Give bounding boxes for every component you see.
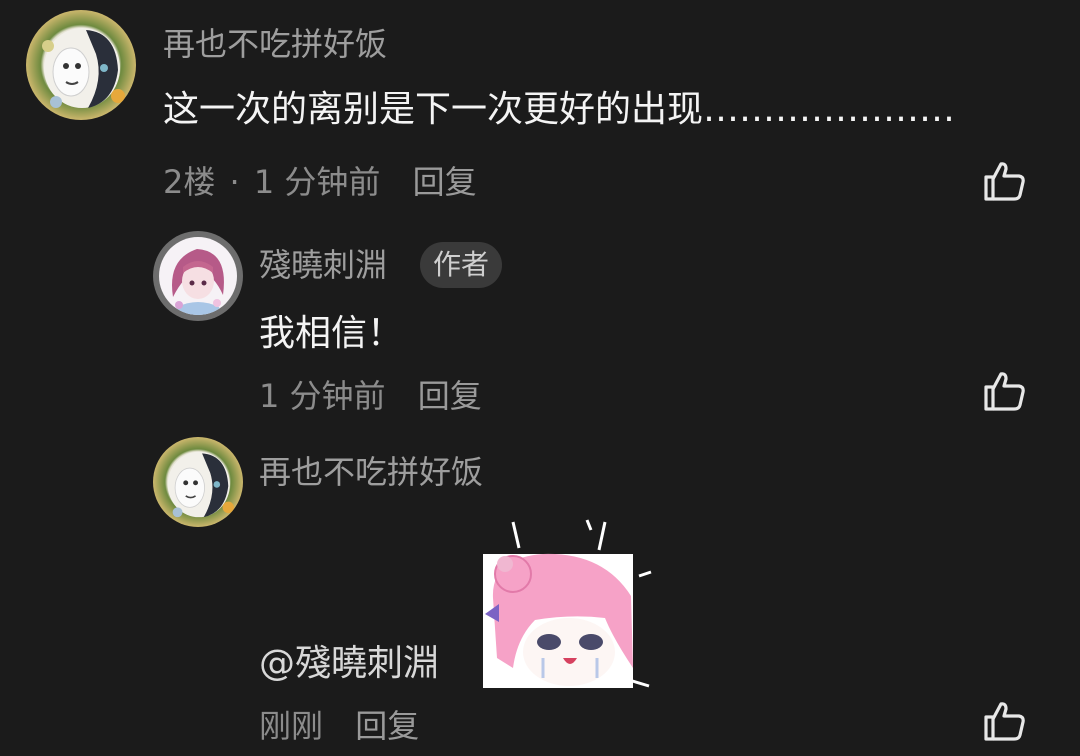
like-button[interactable]: [980, 697, 1028, 745]
avatar[interactable]: [153, 231, 243, 321]
thumbs-up-icon: [984, 702, 1025, 741]
like-button[interactable]: [980, 157, 1028, 205]
avatar[interactable]: [26, 10, 136, 120]
like-button[interactable]: [980, 367, 1028, 415]
reply-content: 我相信！: [259, 313, 404, 354]
reply-time: 1 分钟前: [259, 377, 386, 415]
reply-time: 刚刚: [259, 707, 324, 745]
meta-separator: ·: [229, 163, 240, 201]
avatar-illustration: [167, 451, 234, 518]
thumbs-up-icon: [984, 372, 1025, 411]
sticker-illustration: [483, 519, 652, 688]
reply-button[interactable]: 回复: [355, 707, 419, 745]
thumbs-up-icon: [984, 162, 1025, 201]
avatar-illustration: [42, 28, 125, 108]
avatar-illustration: [172, 249, 224, 315]
comment-username[interactable]: 再也不吃拼好饭: [163, 24, 387, 64]
reply-meta: 刚刚 回复: [259, 706, 419, 746]
comment-meta: 2楼 · 1 分钟前 回复: [163, 162, 477, 202]
avatar[interactable]: [153, 437, 243, 527]
reply-username[interactable]: 殘曉刺淵: [259, 245, 387, 285]
reply-button[interactable]: 回复: [413, 163, 477, 201]
floor-number: 2楼: [163, 163, 216, 201]
comment-time: 1 分钟前: [253, 163, 381, 201]
comment-content: 这一次的离别是下一次更好的出现…………………: [163, 89, 956, 130]
reply-button[interactable]: 回复: [418, 377, 482, 415]
author-badge: 作者: [420, 242, 503, 288]
sticker-image[interactable]: [483, 518, 653, 688]
reply-username[interactable]: 再也不吃拼好饭: [259, 452, 483, 492]
mention-link[interactable]: @殘曉刺淵: [259, 642, 439, 686]
reply-meta: 1 分钟前 回复: [259, 376, 482, 416]
